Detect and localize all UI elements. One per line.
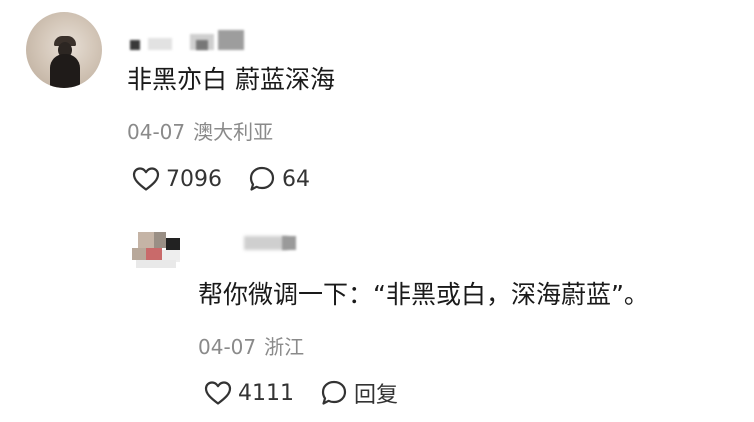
- reply-meta: 04-07 浙江: [198, 333, 304, 361]
- pixel-block: [166, 238, 180, 250]
- pixel-block: [132, 248, 146, 260]
- blur-block: [148, 38, 172, 50]
- heart-outline-icon: [204, 380, 232, 406]
- pixel-block: [154, 232, 166, 248]
- comment-actions: 7096 64: [132, 162, 310, 196]
- like-count: 7096: [166, 166, 222, 192]
- comment-meta: 04-07 澳大利亚: [127, 118, 273, 146]
- speech-bubble-icon: [248, 165, 276, 193]
- comment-thread: 非黑亦白 蔚蓝深海 04-07 澳大利亚 7096 64 帮你微调一下：“非黑或…: [0, 0, 754, 422]
- reply-button-label: 回复: [354, 383, 399, 408]
- reply-avatar[interactable]: [128, 230, 182, 270]
- blur-block: [218, 30, 244, 50]
- reply-count: 64: [282, 166, 310, 192]
- reply-count-button[interactable]: 64: [248, 165, 310, 193]
- like-button[interactable]: 7096: [132, 166, 222, 192]
- blur-block: [130, 40, 140, 50]
- avatar-figure-body: [50, 54, 80, 88]
- reply-like-button[interactable]: 4111: [204, 380, 294, 406]
- blur-block: [282, 236, 296, 250]
- comment-date: 04-07: [127, 120, 186, 144]
- pixel-block: [138, 232, 154, 248]
- avatar[interactable]: [26, 12, 102, 88]
- comment-text[interactable]: 非黑亦白 蔚蓝深海: [127, 63, 335, 97]
- reply-button[interactable]: 回复: [320, 377, 398, 409]
- reply-text[interactable]: 帮你微调一下：“非黑或白，深海蔚蓝”。: [198, 278, 649, 312]
- speech-bubble-icon: [320, 379, 348, 407]
- reply-like-count: 4111: [238, 380, 294, 406]
- comment-location: 澳大利亚: [193, 120, 274, 144]
- pixel-block: [136, 260, 176, 268]
- reply-actions: 4111 回复: [204, 376, 398, 410]
- reply-location: 浙江: [264, 335, 305, 359]
- heart-outline-icon: [132, 166, 160, 192]
- blur-block: [196, 40, 208, 50]
- reply-date: 04-07: [198, 335, 257, 359]
